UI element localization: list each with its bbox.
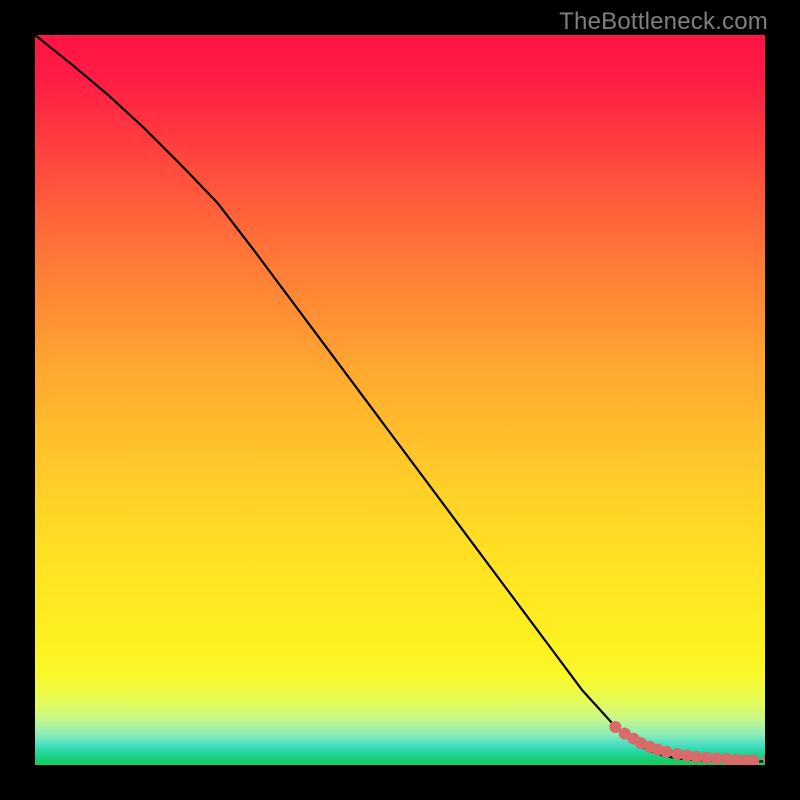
marker-points [609, 721, 765, 765]
plot-area [35, 35, 765, 765]
chart-frame: TheBottleneck.com [0, 0, 800, 800]
curve-line [35, 35, 765, 761]
chart-svg [35, 35, 765, 765]
watermark-text: TheBottleneck.com [559, 8, 768, 36]
